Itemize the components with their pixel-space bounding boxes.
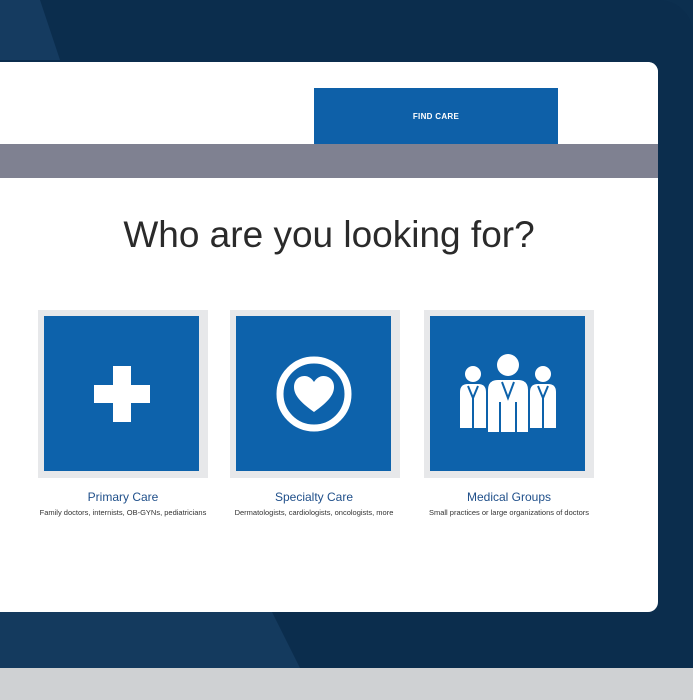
card-description: Small practices or large organizations o… [428, 508, 590, 517]
card-title[interactable]: Primary Care [23, 490, 223, 504]
card-title[interactable]: Medical Groups [409, 490, 609, 504]
card-description: Dermatologists, cardiologists, oncologis… [234, 508, 394, 517]
heart-circle-icon [274, 354, 354, 434]
card-tile [236, 316, 391, 471]
card-title[interactable]: Specialty Care [214, 490, 414, 504]
specialty-care-card[interactable] [230, 310, 400, 478]
nav-band [0, 144, 658, 178]
medical-groups-card[interactable] [424, 310, 594, 478]
medical-cross-icon [92, 364, 152, 424]
bezel-highlight [0, 612, 300, 668]
desk-surface [0, 668, 693, 700]
card-tile [430, 316, 585, 471]
card-description: Family doctors, internists, OB-GYNs, ped… [39, 508, 207, 517]
card-tile [44, 316, 199, 471]
device-screen: FIND CARE Who are you looking for? Prima… [0, 62, 658, 612]
primary-care-card[interactable] [38, 310, 208, 478]
bezel-highlight [0, 0, 60, 60]
page-title: Who are you looking for? [123, 214, 535, 255]
doctors-group-icon [448, 352, 568, 436]
find-care-button[interactable]: FIND CARE [314, 88, 558, 144]
